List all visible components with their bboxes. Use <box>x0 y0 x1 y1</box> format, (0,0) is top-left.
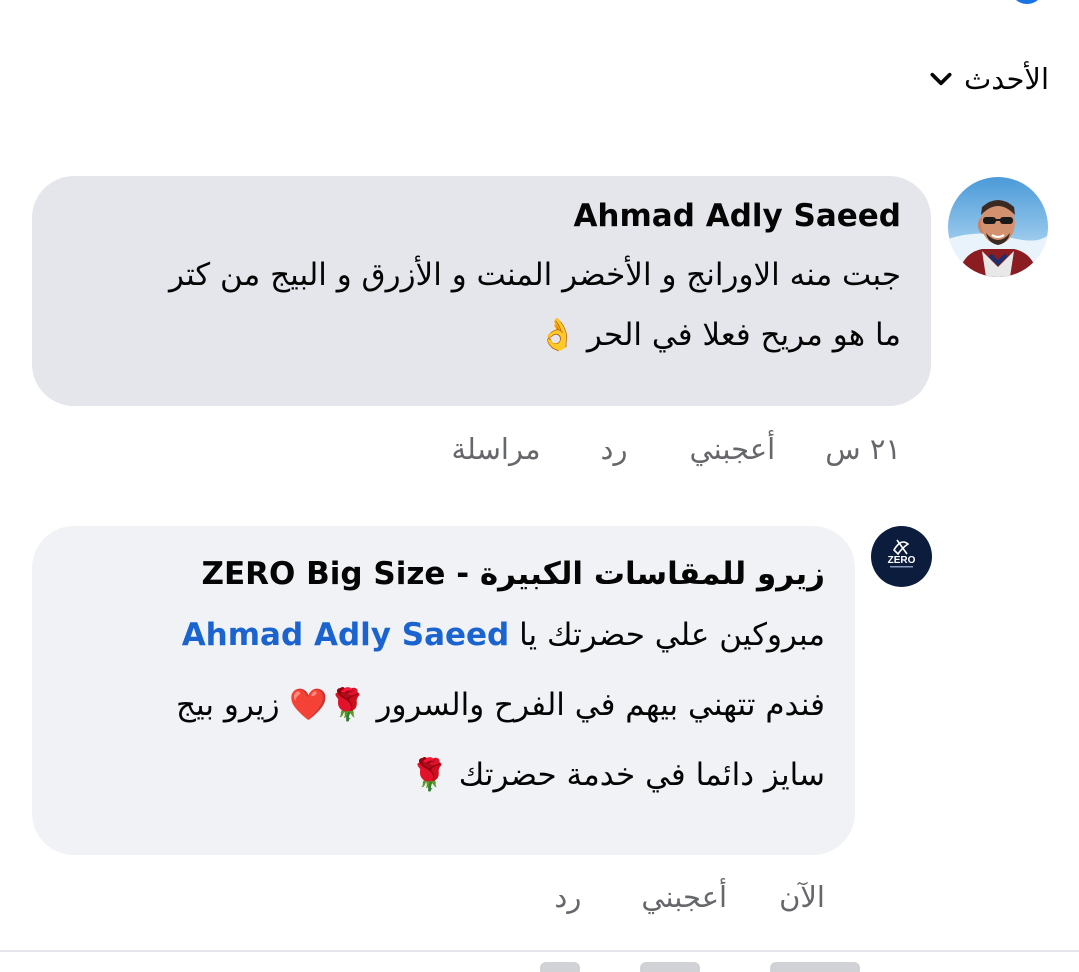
comment-actions: الآن أعجبني رد <box>554 880 825 914</box>
sort-dropdown[interactable]: الأحدث <box>928 62 1049 96</box>
cut-off-content <box>640 962 700 972</box>
mention-link[interactable]: Ahmad Adly Saeed <box>182 617 510 653</box>
comment-bubble: زيرو للمقاسات الكبيرة - ZERO Big Size مب… <box>32 526 855 855</box>
like-button[interactable]: أعجبني <box>641 880 727 914</box>
comment-timestamp[interactable]: ٢١ س <box>825 432 901 466</box>
divider <box>0 950 1079 952</box>
comment-actions: ٢١ س أعجبني رد مراسلة <box>451 432 901 466</box>
comment-text: جبت منه الاورانج و الأخضر المنت و الأزرق… <box>62 238 901 372</box>
comment-line-text: مبروكين علي حضرتك يا <box>509 617 825 653</box>
comment-author[interactable]: Ahmad Adly Saeed <box>62 194 901 238</box>
reply-button[interactable]: رد <box>601 432 628 466</box>
zero-logo: ZERO <box>871 526 932 587</box>
message-button[interactable]: مراسلة <box>451 432 540 466</box>
comment-text: مبروكين علي حضرتك يا Ahmad Adly Saeed فن… <box>62 598 825 812</box>
page-avatar[interactable]: ZERO <box>871 526 932 587</box>
avatar[interactable] <box>948 177 1048 277</box>
cut-off-content <box>770 962 860 972</box>
comments-section: الأحدث Ahmad Adly Saeed جبت منه الاورانج… <box>0 0 1079 972</box>
comment-bubble: Ahmad Adly Saeed جبت منه الاورانج و الأخ… <box>32 176 931 406</box>
comment-author[interactable]: زيرو للمقاسات الكبيرة - ZERO Big Size <box>62 552 825 596</box>
comment-line: سايز دائما في خدمة حضرتك 🌹 <box>410 757 825 793</box>
comment-timestamp[interactable]: الآن <box>779 880 825 914</box>
comment-line: مبروكين علي حضرتك يا Ahmad Adly Saeed <box>62 598 825 672</box>
logo-text: ZERO <box>888 555 916 566</box>
partial-avatar <box>1010 0 1044 4</box>
sort-label: الأحدث <box>963 62 1049 96</box>
comment-line: فندم تتهني بيهم في الفرح والسرور 🌹❤️ زير… <box>176 687 825 723</box>
profile-photo <box>948 177 1048 277</box>
chevron-down-icon <box>930 72 952 86</box>
reply-button[interactable]: رد <box>554 880 581 914</box>
cut-off-content <box>540 962 580 972</box>
like-button[interactable]: أعجبني <box>689 432 775 466</box>
